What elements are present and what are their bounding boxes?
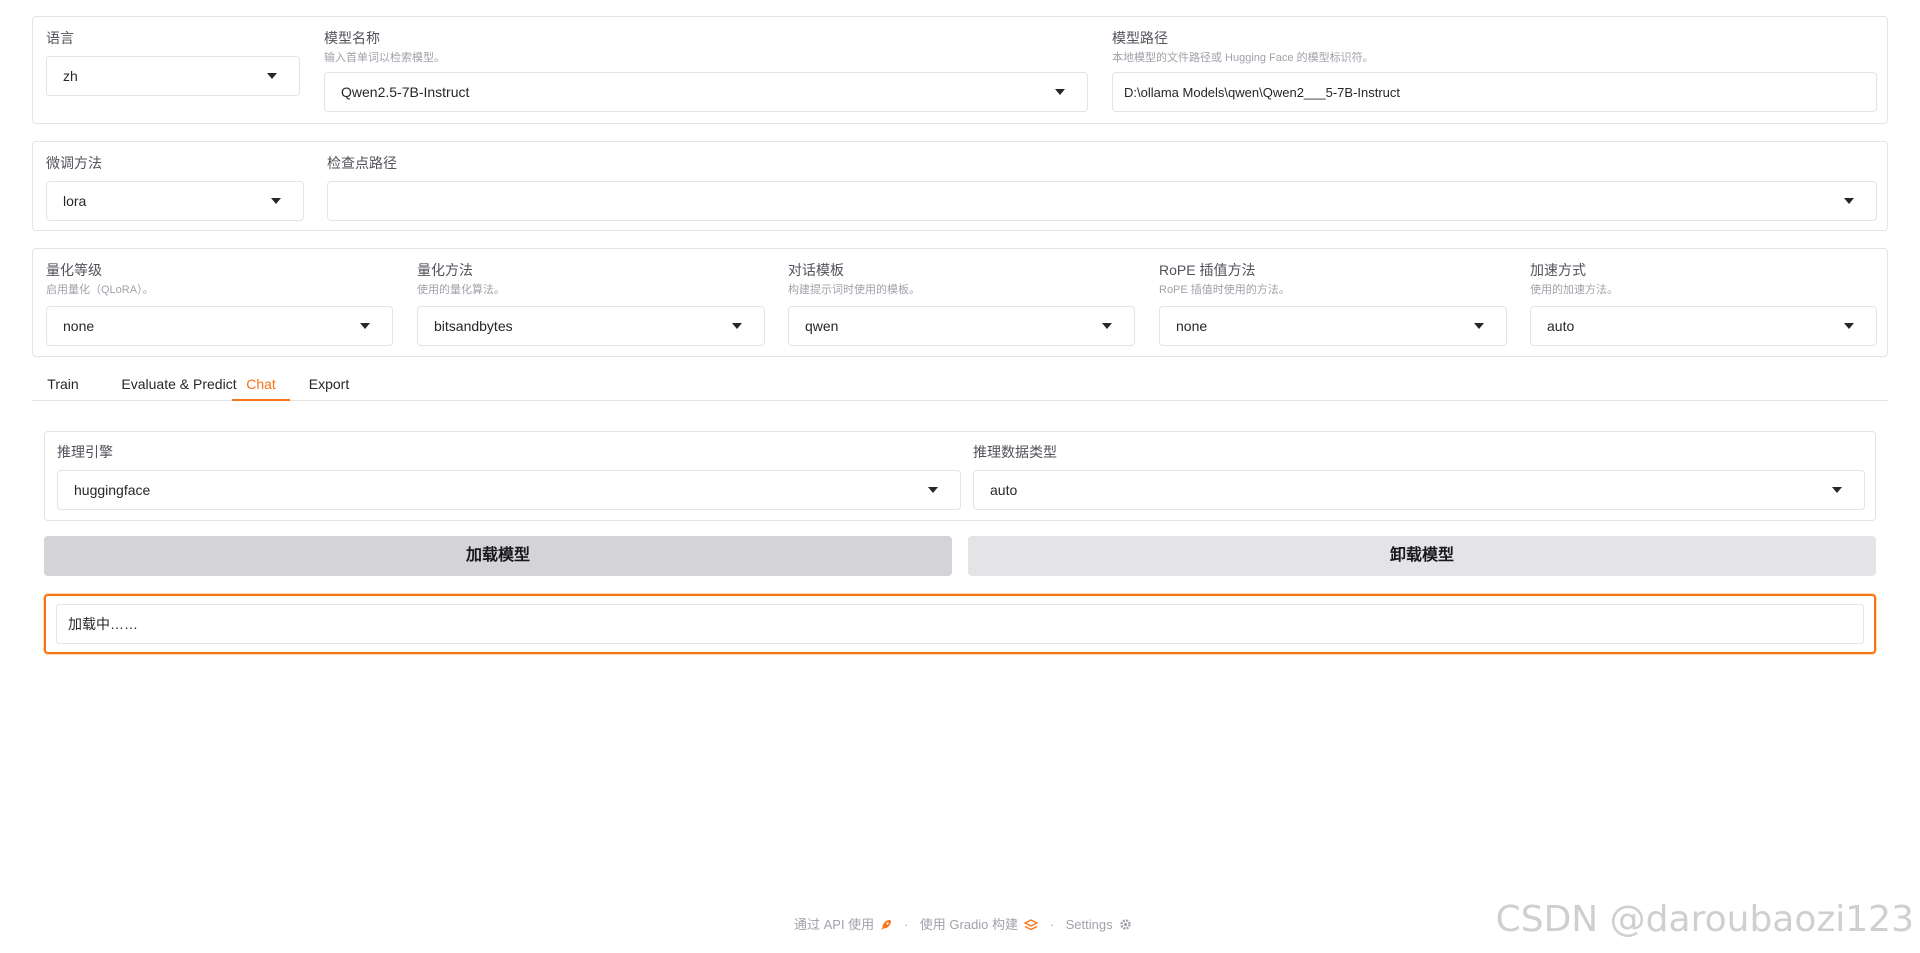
footer-separator: · (903, 917, 909, 932)
template-value: qwen (805, 318, 839, 334)
chevron-down-icon (267, 73, 277, 79)
advanced-settings-panel: 量化等级 启用量化（QLoRA）。 none 量化方法 使用的量化算法。 bit… (32, 248, 1888, 357)
quant-bit-field: 量化等级 启用量化（QLoRA）。 none (46, 261, 393, 347)
gradio-link[interactable]: 使用 Gradio 构建 (920, 917, 1039, 932)
quant-method-value: bitsandbytes (434, 318, 513, 334)
footer-separator: · (1049, 917, 1054, 932)
infer-dtype-label: 推理数据类型 (973, 444, 1057, 460)
rope-label: RoPE 插值方法 (1159, 262, 1256, 278)
model-path-textbox[interactable] (1112, 72, 1877, 112)
tab-chat[interactable]: Chat (232, 372, 290, 401)
model-settings-panel: 语言 zh 模型名称 输入首单词以检索模型。 Qwen2.5-7B-Instru… (32, 16, 1888, 124)
chevron-down-icon (1055, 89, 1065, 95)
model-name-value: Qwen2.5-7B-Instruct (341, 84, 470, 100)
rocket-icon (880, 917, 892, 937)
finetune-panel: 微调方法 lora 检查点路径 (32, 141, 1888, 231)
checkpoint-field: 检查点路径 (327, 154, 1877, 222)
tab-export[interactable]: Export (298, 372, 360, 401)
model-name-field: 模型名称 输入首单词以检索模型。 Qwen2.5-7B-Instruct (324, 29, 1088, 113)
template-select[interactable]: qwen (788, 306, 1135, 346)
model-name-select[interactable]: Qwen2.5-7B-Instruct (324, 72, 1088, 112)
rope-field: RoPE 插值方法 RoPE 插值时使用的方法。 none (1159, 261, 1507, 347)
finetune-method-value: lora (63, 193, 87, 209)
quant-bit-label: 量化等级 (46, 262, 102, 278)
footer: 通过 API 使用 · 使用 Gradio 构建 · Settings (794, 915, 1132, 937)
finetune-method-label: 微调方法 (46, 155, 102, 171)
model-name-label: 模型名称 (324, 30, 380, 46)
rope-value: none (1176, 318, 1208, 334)
infer-backend-value: huggingface (74, 482, 151, 498)
template-field: 对话模板 构建提示词时使用的模板。 qwen (788, 261, 1135, 347)
booster-info: 使用的加速方法。 (1530, 284, 1618, 296)
infer-dtype-value: auto (990, 482, 1018, 498)
model-path-input[interactable] (1113, 73, 1876, 111)
tab-train[interactable]: Train (32, 372, 94, 401)
chevron-down-icon (1844, 198, 1854, 204)
chevron-down-icon (1832, 487, 1842, 493)
chevron-down-icon (1474, 323, 1484, 329)
language-label: 语言 (46, 30, 74, 46)
model-path-info: 本地模型的文件路径或 Hugging Face 的模型标识符。 (1112, 52, 1374, 64)
status-textbox[interactable]: 加载中…… (56, 604, 1864, 644)
quant-bit-value: none (63, 318, 95, 334)
rope-select[interactable]: none (1159, 306, 1507, 346)
settings-link[interactable]: Settings (1066, 917, 1132, 932)
load-model-button[interactable]: 加载模型 (44, 536, 952, 576)
api-link[interactable]: 通过 API 使用 (794, 917, 892, 932)
quant-bit-info: 启用量化（QLoRA）。 (46, 284, 154, 296)
chevron-down-icon (928, 487, 938, 493)
infer-dtype-field: 推理数据类型 auto (973, 443, 1865, 513)
infer-backend-select[interactable]: huggingface (57, 470, 961, 510)
chevron-down-icon (1844, 323, 1854, 329)
status-output-panel: 加载中…… (44, 594, 1876, 654)
language-value: zh (63, 68, 78, 84)
gradio-logo-icon (1023, 917, 1039, 937)
chevron-down-icon (732, 323, 742, 329)
quant-method-field: 量化方法 使用的量化算法。 bitsandbytes (417, 261, 765, 347)
chevron-down-icon (1102, 323, 1112, 329)
infer-dtype-select[interactable]: auto (973, 470, 1865, 510)
booster-label: 加速方式 (1530, 262, 1586, 278)
finetune-method-field: 微调方法 lora (46, 154, 304, 222)
quant-method-select[interactable]: bitsandbytes (417, 306, 765, 346)
quant-method-label: 量化方法 (417, 262, 473, 278)
template-info: 构建提示词时使用的模板。 (788, 284, 920, 296)
quant-bit-select[interactable]: none (46, 306, 393, 346)
infer-backend-label: 推理引擎 (57, 444, 113, 460)
watermark: CSDN @daroubaozi123 (1495, 899, 1914, 940)
model-name-info: 输入首单词以检索模型。 (324, 52, 445, 64)
booster-field: 加速方式 使用的加速方法。 auto (1530, 261, 1877, 347)
chevron-down-icon (360, 323, 370, 329)
checkpoint-select[interactable] (327, 181, 1877, 221)
quant-method-info: 使用的量化算法。 (417, 284, 505, 296)
checkpoint-label: 检查点路径 (327, 155, 397, 171)
language-select[interactable]: zh (46, 56, 300, 96)
unload-model-button[interactable]: 卸载模型 (968, 536, 1876, 576)
booster-select[interactable]: auto (1530, 306, 1877, 346)
language-field: 语言 zh (46, 29, 300, 113)
booster-value: auto (1547, 318, 1575, 334)
template-label: 对话模板 (788, 262, 844, 278)
tab-bar: Train Evaluate & Predict Chat Export (32, 372, 1888, 401)
rope-info: RoPE 插值时使用的方法。 (1159, 284, 1290, 296)
model-path-label: 模型路径 (1112, 30, 1168, 46)
model-path-field: 模型路径 本地模型的文件路径或 Hugging Face 的模型标识符。 (1112, 29, 1877, 113)
inference-panel: 推理引擎 huggingface 推理数据类型 auto (44, 431, 1876, 521)
finetune-method-select[interactable]: lora (46, 181, 304, 221)
gear-icon (1119, 917, 1132, 937)
chevron-down-icon (271, 198, 281, 204)
status-text: 加载中…… (68, 616, 138, 632)
infer-backend-field: 推理引擎 huggingface (57, 443, 961, 513)
